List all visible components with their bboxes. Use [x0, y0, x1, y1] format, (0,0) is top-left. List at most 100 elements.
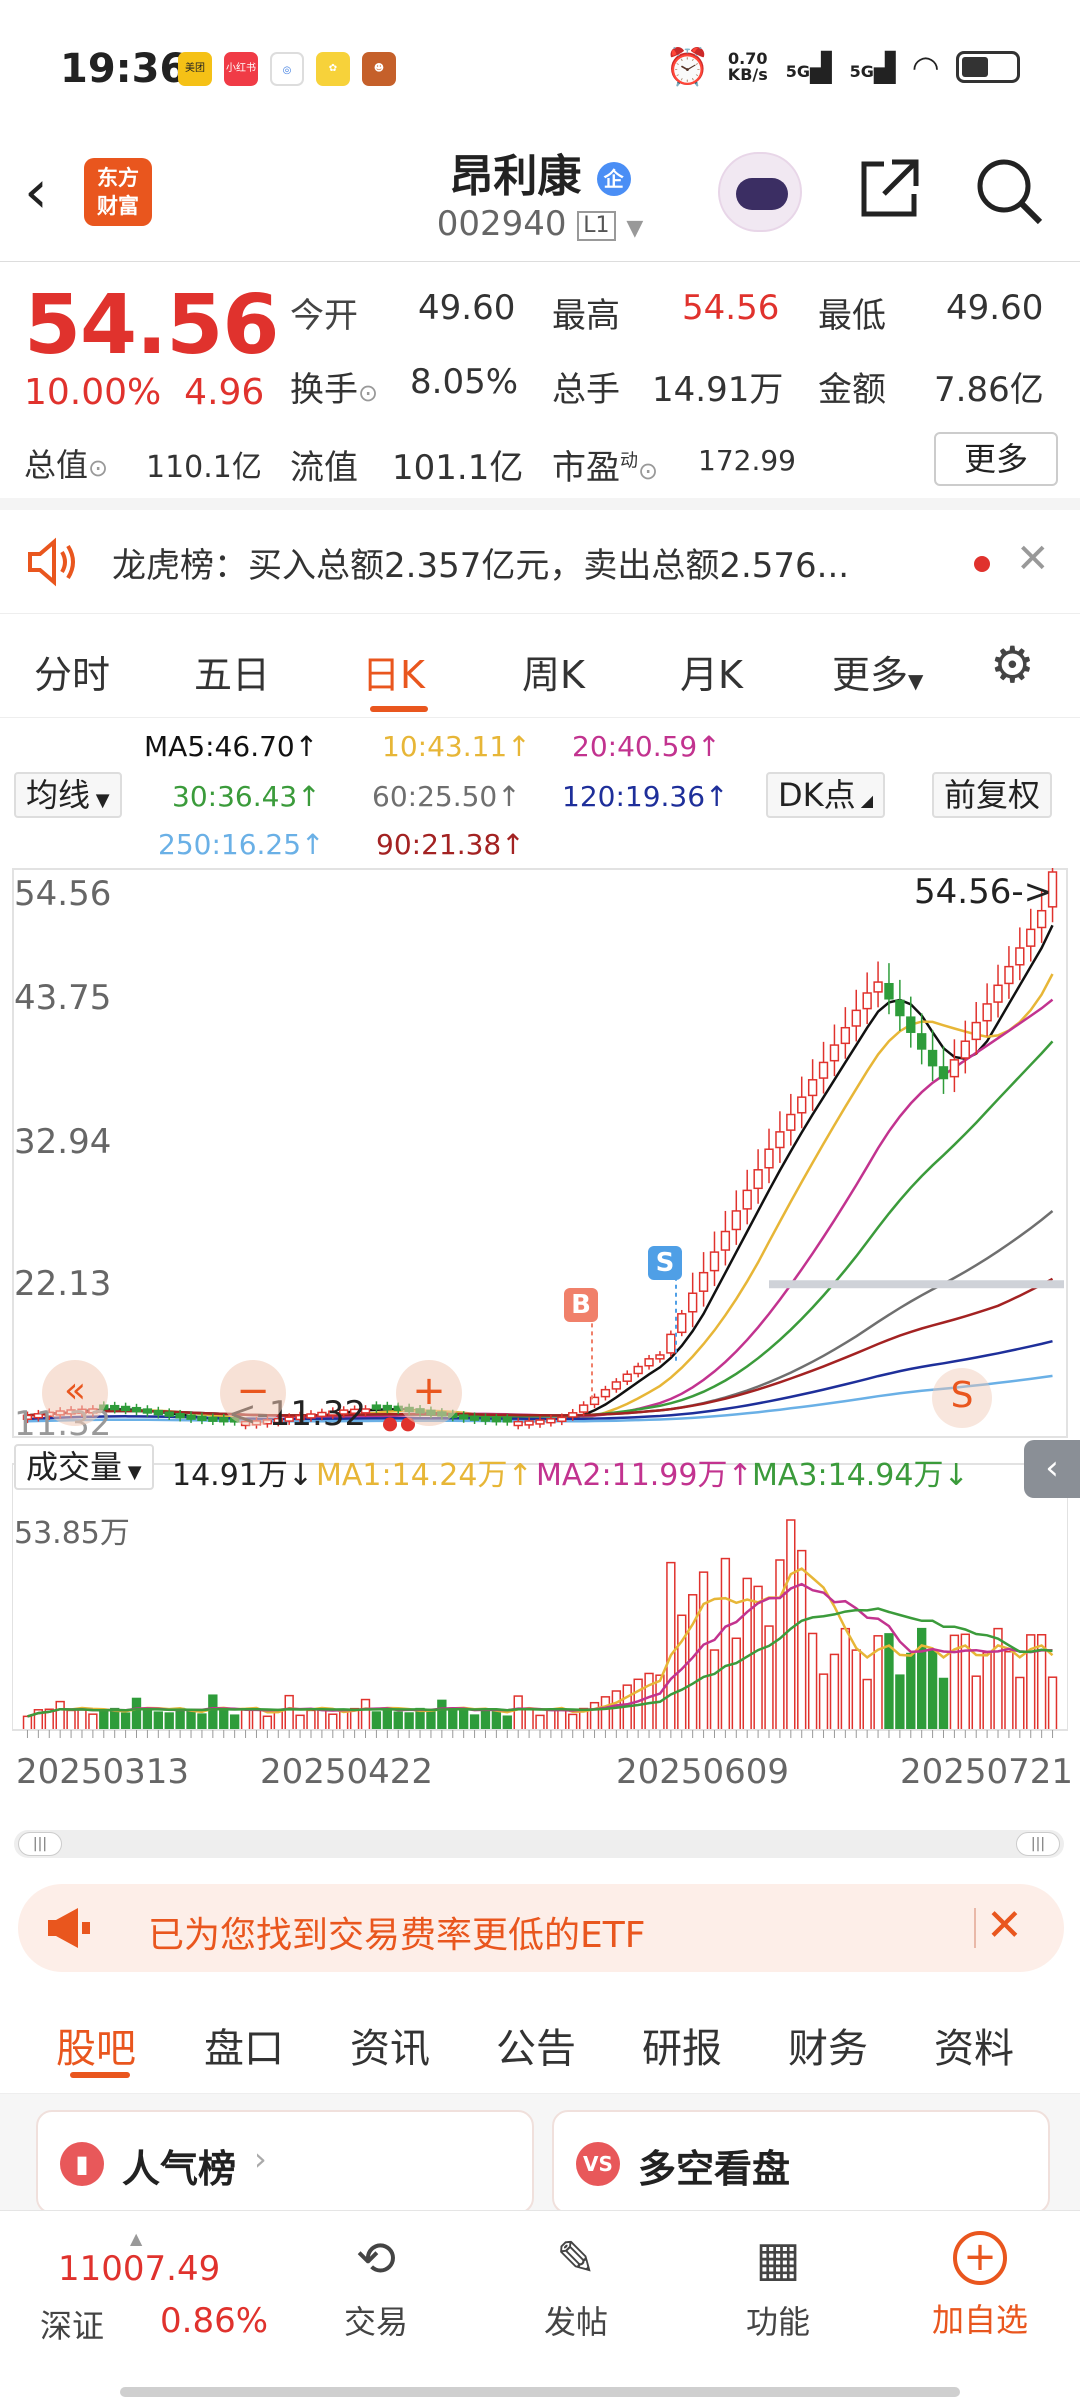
y-label-2: 43.75	[14, 978, 112, 1018]
high-label: 最高	[552, 296, 620, 336]
volume-bar	[687, 1594, 698, 1731]
range-slider-left-handle[interactable]: |||	[18, 1832, 62, 1856]
ma-selector[interactable]: 均线 ▼	[14, 772, 122, 818]
nav-add-watchlist[interactable]: + 加自选	[914, 2211, 1046, 2371]
ma120-value: 120:19.36↑	[562, 780, 729, 813]
tab-weekly-k[interactable]: 周K	[522, 644, 585, 699]
weibo-app-icon: ◎	[270, 52, 304, 86]
tab-finance[interactable]: 财务	[788, 2016, 868, 2074]
tab-intraday[interactable]: 分时	[34, 644, 110, 699]
tab-news[interactable]: 资讯	[350, 2016, 430, 2074]
search-icon[interactable]	[972, 154, 1046, 228]
volume-bar	[546, 1709, 556, 1731]
volume-bar	[600, 1696, 611, 1731]
bull-bear-card[interactable]: VS 多空看盘	[552, 2110, 1050, 2214]
float-value: 101.1亿	[392, 448, 524, 488]
candle-body	[971, 1021, 981, 1041]
tab-more[interactable]: 更多▼	[832, 644, 923, 699]
volume-bar	[393, 1711, 403, 1731]
ma-line-60	[27, 1210, 1054, 1417]
range-slider-right-handle[interactable]: |||	[1016, 1832, 1060, 1856]
volume-bar	[895, 1674, 905, 1731]
volume-bar	[317, 1708, 327, 1731]
alarm-icon: ⏰	[664, 47, 710, 88]
tab-five-day[interactable]: 五日	[194, 644, 270, 699]
volume-bar	[186, 1710, 196, 1731]
index-ticker[interactable]: ▲ 11007.49 深证 0.86%	[36, 2229, 286, 2359]
candle-body	[600, 1388, 611, 1398]
adjust-button[interactable]: 前复权	[932, 772, 1053, 818]
ai-assistant-icon[interactable]	[718, 152, 802, 232]
turnover-label: 换手⊙	[290, 370, 379, 410]
tab-monthly-k[interactable]: 月K	[680, 644, 743, 699]
candle-body	[208, 1416, 218, 1422]
volume-bar	[77, 1708, 87, 1731]
scroll-left-icon[interactable]: «	[42, 1360, 108, 1426]
level-badge: L1	[577, 210, 616, 241]
volume-bar	[142, 1707, 153, 1731]
tab-orderbook[interactable]: 盘口	[204, 2016, 284, 2074]
candle-body	[818, 1061, 829, 1079]
etf-banner[interactable]: 已为您找到交易费率更低的ETF ✕	[18, 1884, 1064, 1972]
volume-bar	[611, 1690, 622, 1731]
candle-body	[186, 1414, 196, 1420]
volume-bar	[513, 1695, 523, 1731]
sell-marker[interactable]: S	[648, 1246, 682, 1280]
collapse-panel-icon[interactable]: ‹	[1024, 1440, 1080, 1498]
volume-bar	[131, 1697, 142, 1731]
tab-forum[interactable]: 股吧	[56, 2016, 136, 2074]
tab-daily-k[interactable]: 日K	[362, 644, 425, 699]
buy-marker[interactable]: B	[564, 1288, 598, 1322]
candle-body	[153, 1409, 163, 1416]
volume-bar	[55, 1700, 65, 1731]
x-label-1: 20250313	[16, 1752, 190, 1792]
volume-bar	[262, 1715, 273, 1731]
nav-function[interactable]: ▦ 功能	[718, 2211, 838, 2371]
volume-selector[interactable]: 成交量 ▼	[14, 1444, 154, 1490]
signal-s-icon[interactable]: S	[932, 1368, 992, 1428]
candle-body	[949, 1059, 960, 1078]
candle-body	[557, 1416, 567, 1423]
popularity-card[interactable]: ▮ 人气榜 ›	[36, 2110, 534, 2214]
volume-current: 14.91万↓	[172, 1458, 314, 1493]
volume-bar	[219, 1709, 229, 1731]
candle-body	[938, 1066, 949, 1080]
megaphone-icon	[44, 1904, 92, 1956]
share-icon[interactable]	[854, 154, 924, 224]
zoom-out-icon[interactable]: −	[220, 1360, 286, 1426]
volume-bar	[284, 1694, 294, 1731]
ma-line-10	[27, 973, 1054, 1422]
volume-label: 总手	[552, 370, 620, 410]
high-value: 54.56	[682, 288, 780, 328]
mcap-value: 110.1亿	[146, 450, 262, 485]
more-button[interactable]: 更多	[934, 432, 1058, 486]
period-tabs: 分时 五日 日K 周K 月K 更多▼ ⚙	[0, 614, 1080, 718]
volume-bar	[426, 1710, 436, 1731]
range-slider-track[interactable]	[14, 1830, 1064, 1858]
stock-header: ‹ 东方 财富 昂利康 企 002940 L1 ▼	[0, 140, 1080, 262]
volume-bar	[818, 1673, 829, 1731]
zoom-in-icon[interactable]: +	[396, 1360, 462, 1426]
candle-body	[884, 982, 894, 1000]
candle-body	[120, 1405, 131, 1412]
tab-research[interactable]: 研报	[642, 2016, 722, 2074]
volume-bar	[502, 1715, 512, 1731]
candle-body	[666, 1333, 676, 1354]
close-icon[interactable]: ✕	[986, 1900, 1023, 1951]
nav-post[interactable]: ✎ 发帖	[516, 2211, 636, 2371]
tab-profile[interactable]: 资料	[934, 2016, 1014, 2074]
kline-chart[interactable]	[12, 868, 1068, 1788]
low-value: 49.60	[946, 288, 1044, 328]
dk-point-button[interactable]: DK点 ◢	[766, 772, 886, 818]
volume-bar	[229, 1714, 240, 1731]
candle-body	[382, 1404, 393, 1411]
amount-value: 7.86亿	[934, 370, 1044, 410]
settings-gear-icon[interactable]: ⚙	[990, 640, 1035, 690]
dragon-tiger-notice[interactable]: 龙虎榜：买入总额2.357亿元，卖出总额2.576... ✕	[0, 510, 1080, 614]
nav-trade[interactable]: ⟲ 交易	[316, 2211, 436, 2371]
close-icon[interactable]: ✕	[1016, 536, 1050, 582]
tab-announcements[interactable]: 公告	[496, 2016, 576, 2074]
status-bar: 19:36 美团 小红书 ◎ ✿ ☻ ⏰ 0.70 KB/s 5G▟ 5G▟ ◠	[0, 0, 1080, 140]
ma10-value: 10:43.11↑	[382, 730, 531, 763]
volume-bar	[764, 1625, 774, 1731]
